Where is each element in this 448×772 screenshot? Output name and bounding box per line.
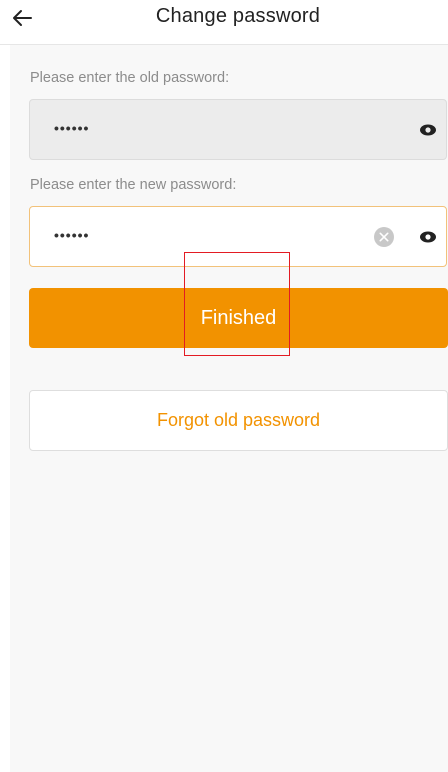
old-password-label: Please enter the old password: bbox=[30, 70, 230, 86]
old-password-field[interactable]: •••••• bbox=[29, 99, 447, 160]
change-password-screen: Change password Please enter the old pas… bbox=[0, 0, 448, 772]
new-password-label: Please enter the new password: bbox=[30, 177, 237, 193]
clear-icon[interactable] bbox=[373, 226, 395, 248]
finished-button[interactable]: Finished bbox=[29, 288, 448, 348]
new-password-field[interactable]: •••••• bbox=[29, 206, 447, 267]
eye-icon[interactable] bbox=[419, 230, 437, 244]
eye-icon[interactable] bbox=[419, 123, 437, 137]
forgot-password-button[interactable]: Forgot old password bbox=[29, 390, 448, 451]
left-edge bbox=[0, 0, 10, 772]
old-password-value: •••••• bbox=[54, 120, 90, 136]
app-header: Change password bbox=[0, 0, 448, 45]
new-password-value: •••••• bbox=[54, 227, 90, 243]
page-title: Change password bbox=[155, 5, 321, 27]
